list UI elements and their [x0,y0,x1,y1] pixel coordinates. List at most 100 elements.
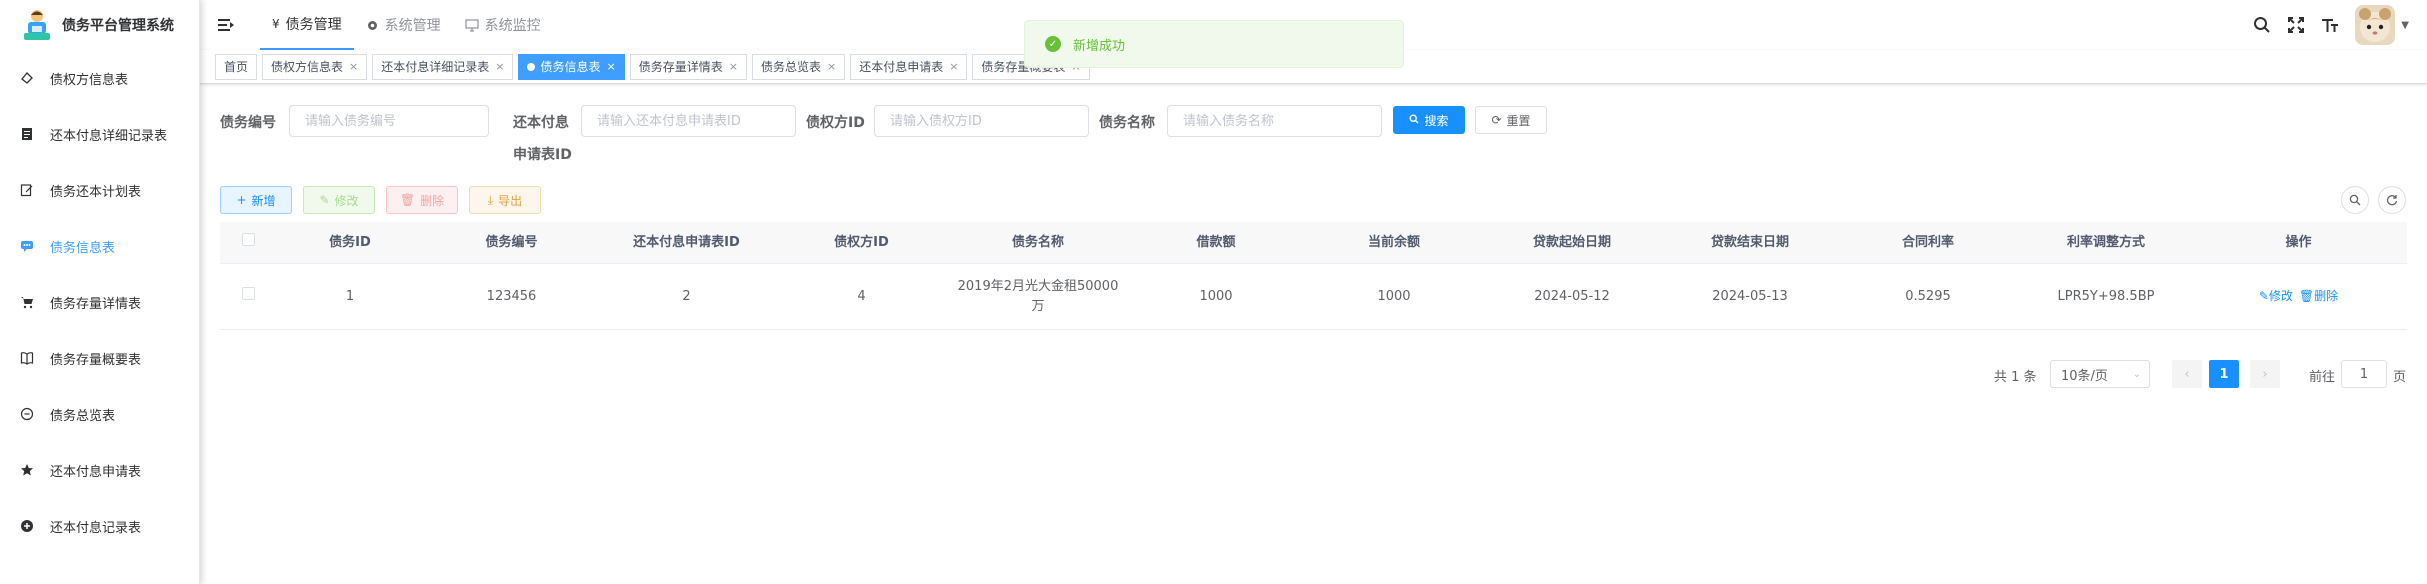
close-icon[interactable]: × [349,60,358,73]
edit-icon: ✎ [319,193,330,207]
download-icon: ⤓ [487,192,494,207]
table-cell: 1000 [1199,288,1233,304]
column-header: 当前余额 [1367,234,1420,250]
font-size-icon[interactable] [2313,0,2347,50]
row-checkbox[interactable] [241,286,255,300]
form-icon [20,71,34,85]
column-header: 贷款起始日期 [1532,234,1611,250]
apply-id-input[interactable] [581,105,796,137]
top-menu-label: 系统管理 [384,18,441,34]
next-page-button[interactable]: › [2250,360,2280,388]
table-row[interactable]: 1 123456 2 4 2019年2月光大金租50000万 1000 1000 2024-0… [220,264,2407,330]
trash-icon: 🗑 [2298,289,2315,303]
close-icon[interactable]: × [495,60,504,73]
tag-label: 债务信息表 [540,60,601,74]
tag-0[interactable]: 首页 [215,53,258,80]
edit-button[interactable]: ✎ 修改 [303,186,375,214]
search-button[interactable]: 搜索 [1393,106,1465,134]
edit-button-label: 修改 [334,193,359,208]
avatar[interactable] [2355,5,2396,45]
tag-2[interactable]: 还本付息详细记录表 × [372,53,514,80]
check-icon: ✓ [1045,36,1061,52]
sidebar-item-label: 还本付息记录表 [50,520,142,536]
sidebar-item-8[interactable]: 还本付息记录表 [0,498,199,554]
column-header: 操作 [2285,234,2312,250]
chevron-left-icon: ‹ [2184,366,2190,382]
tag-5[interactable]: 债务总览表 × [751,53,846,80]
search-icon [2349,194,2361,206]
debt-name-input[interactable] [1167,105,1382,137]
trash-icon: 🗑 [399,193,416,207]
toggle-search-button[interactable] [2341,186,2369,214]
table-cell: 4 [857,288,866,304]
top-menu-item-1[interactable]: 系统管理 [354,0,453,50]
fullscreen-icon[interactable] [2279,0,2313,50]
sidebar-item-3[interactable]: 债务信息表 [0,218,199,274]
close-icon[interactable]: × [827,60,836,73]
sidebar-item-0[interactable]: 债权方信息表 [0,50,199,106]
table-cell: 1 [345,288,355,304]
add-button[interactable]: + 新增 [220,186,292,214]
sidebar-menu: 债权方信息表还本付息详细记录表债务还本计划表债务信息表债务存量详情表 债务存量概要… [0,50,199,554]
tag-label: 债权方信息表 [271,60,344,74]
sidebar-item-2[interactable]: 债务还本计划表 [0,162,199,218]
search-icon[interactable] [2245,0,2279,50]
monitor-icon [465,18,479,32]
export-button-label: 导出 [498,193,523,208]
select-all-checkbox[interactable] [241,232,255,246]
prev-page-button[interactable]: ‹ [2172,360,2202,388]
column-header: 债务编号 [485,234,538,250]
sidebar-item-label: 还本付息详细记录表 [50,128,168,144]
book-icon [20,351,34,365]
hamburger-icon[interactable] [216,15,236,35]
refresh-button[interactable] [2378,186,2406,214]
row-delete-link[interactable]: 🗑删除 [2299,289,2338,303]
page-number-current[interactable]: 1 [2209,360,2239,388]
goto-suffix: 页 [2393,370,2407,385]
top-menu: ¥ 债务管理 系统管理 系统监控 [260,0,553,50]
page-size-select[interactable]: 10条/页 ⌄ [2050,360,2150,388]
row-edit-link[interactable]: ✎修改 [2259,289,2293,303]
row-edit-label: 修改 [2268,289,2293,303]
top-menu-item-2[interactable]: 系统监控 [453,0,553,50]
sidebar-item-label: 债务信息表 [50,240,116,256]
plus-icon: + [236,193,247,207]
search-icon [1409,113,1419,127]
close-icon[interactable]: × [607,60,616,73]
search-button-label: 搜索 [1424,113,1449,128]
plus-circle-icon [20,519,34,533]
reset-button[interactable]: ⟳ 重置 [1475,106,1547,134]
column-header: 利率调整方式 [2066,234,2145,250]
sidebar: 债务平台管理系统 债权方信息表还本付息详细记录表债务还本计划表债务信息表债务存量… [0,0,200,584]
goto-page-input[interactable] [2341,360,2387,388]
close-icon[interactable]: × [949,60,958,73]
tag-4[interactable]: 债务存量详情表 × [629,53,747,80]
tag-label: 还本付息详细记录表 [381,60,490,74]
delete-button[interactable]: 🗑 删除 [386,186,458,214]
sidebar-item-7[interactable]: 还本付息申请表 [0,442,199,498]
tag-3[interactable]: 债务信息表 × [518,53,625,80]
caret-down-icon[interactable]: ▼ [2401,20,2409,31]
table-cell: 2024-05-12 [1534,288,1610,304]
app-title: 债务平台管理系统 [62,18,174,34]
creditor-id-input[interactable] [874,105,1089,137]
close-icon[interactable]: × [729,60,738,73]
tag-6[interactable]: 还本付息申请表 × [850,53,968,80]
sidebar-item-4[interactable]: 债务存量详情表 [0,274,199,330]
sidebar-item-5[interactable]: 债务存量概要表 [0,330,199,386]
column-header: 债权方ID [834,234,889,250]
table-cell: 2024-05-13 [1712,288,1788,304]
export-button[interactable]: ⤓ 导出 [469,186,541,214]
sidebar-item-6[interactable]: 债务总览表 [0,386,199,442]
operation-cell: ✎修改 🗑删除 [2195,286,2402,307]
star-icon [20,463,34,477]
tag-label: 首页 [224,60,249,74]
sidebar-item-label: 还本付息申请表 [50,464,142,480]
top-menu-item-0[interactable]: ¥ 债务管理 [260,0,354,50]
debt-no-input[interactable] [289,105,489,137]
tag-1[interactable]: 债权方信息表 × [262,53,368,80]
brand[interactable]: 债务平台管理系统 [0,0,199,50]
cart-icon [20,295,34,309]
active-dot-icon [527,62,536,71]
sidebar-item-1[interactable]: 还本付息详细记录表 [0,106,199,162]
